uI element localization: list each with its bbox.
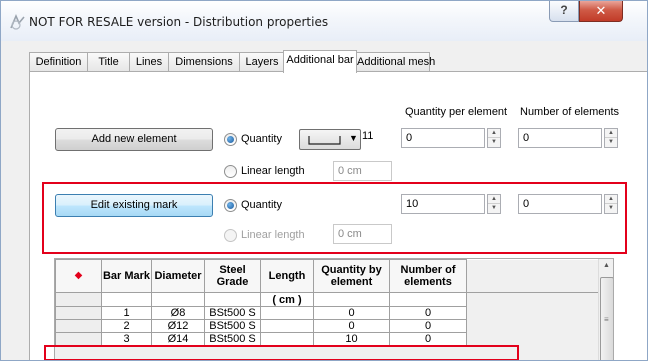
diameter-cell[interactable]: Ø14 bbox=[151, 332, 205, 346]
units-row: ( cm ) bbox=[55, 292, 600, 307]
spin-down-icon[interactable]: ▼ bbox=[605, 138, 617, 147]
diameter-cell[interactable]: Ø12 bbox=[151, 319, 205, 333]
quantity-label-1: Quantity bbox=[241, 133, 282, 145]
qty-per-element-input-1[interactable]: 0 bbox=[401, 128, 485, 148]
quantity-cell[interactable]: 10 bbox=[313, 332, 390, 346]
close-button[interactable]: ✕ bbox=[579, 1, 623, 22]
grid-filler-cell bbox=[466, 332, 600, 346]
units-cell bbox=[101, 292, 152, 307]
selected-row-highlight-frame bbox=[44, 345, 519, 360]
spin-up-icon[interactable]: ▲ bbox=[605, 129, 617, 138]
window-title: NOT FOR RESALE version - Distribution pr… bbox=[29, 15, 329, 29]
title-bar: NOT FOR RESALE version - Distribution pr… bbox=[1, 1, 647, 41]
grid-filler-cell bbox=[466, 319, 600, 333]
units-cell bbox=[389, 292, 467, 307]
length-cell[interactable] bbox=[260, 319, 314, 333]
tab-title[interactable]: Title bbox=[87, 52, 130, 72]
tab-dimensions[interactable]: Dimensions bbox=[168, 52, 240, 72]
linear-length-label-1: Linear length bbox=[241, 165, 305, 177]
units-cell bbox=[204, 292, 261, 307]
num-elements-spinner-1[interactable]: ▲ ▼ bbox=[604, 128, 618, 148]
num-elements-input-1[interactable]: 0 bbox=[518, 128, 602, 148]
row-header-cell[interactable] bbox=[55, 332, 102, 346]
qty-per-element-header: Quantity per element bbox=[405, 106, 508, 118]
tab-lines[interactable]: Lines bbox=[129, 52, 169, 72]
chevron-down-icon: ▼ bbox=[349, 133, 358, 143]
additional-bar-panel: Quantity per element Number of elements … bbox=[29, 71, 647, 360]
num-elements-header: Number of elements bbox=[520, 106, 620, 118]
num-elements-cell[interactable]: 0 bbox=[389, 306, 467, 320]
spin-down-icon[interactable]: ▼ bbox=[488, 138, 500, 147]
col-length[interactable]: Length bbox=[260, 259, 314, 293]
linear-length-input-1[interactable]: 0 cm bbox=[333, 161, 392, 181]
help-button[interactable]: ? bbox=[549, 1, 579, 22]
distribution-properties-dialog: NOT FOR RESALE version - Distribution pr… bbox=[0, 0, 648, 361]
grid-filler-cell bbox=[466, 292, 600, 307]
bar-shape-value: 11 bbox=[362, 130, 374, 142]
length-units-cell: ( cm ) bbox=[260, 292, 314, 307]
length-cell[interactable] bbox=[260, 332, 314, 346]
bar-shape-glyph-icon bbox=[306, 134, 344, 149]
table-row[interactable]: 1 Ø8 BSt500 S 0 0 bbox=[55, 306, 600, 320]
grid-header-row: ◆ Bar Mark Diameter Steel Grade Length Q… bbox=[55, 259, 600, 293]
bar-mark-cell[interactable]: 3 bbox=[101, 332, 152, 346]
row-header-cell[interactable] bbox=[55, 306, 102, 320]
edit-mark-highlight-frame bbox=[42, 182, 627, 254]
quantity-radio-1[interactable] bbox=[224, 133, 237, 146]
table-row[interactable]: 2 Ø12 BSt500 S 0 0 bbox=[55, 319, 600, 333]
table-row-selected[interactable]: 3 Ø14 BSt500 S 10 0 bbox=[55, 332, 600, 346]
bar-shape-dropdown[interactable]: ▼ bbox=[299, 129, 361, 150]
marker-diamond-icon: ◆ bbox=[55, 259, 102, 293]
row-header-cell[interactable] bbox=[55, 292, 102, 307]
col-bar-mark[interactable]: Bar Mark bbox=[101, 259, 152, 293]
length-cell[interactable] bbox=[260, 306, 314, 320]
col-quantity-by-element[interactable]: Quantity by element bbox=[313, 259, 390, 293]
units-cell bbox=[151, 292, 205, 307]
bar-mark-cell[interactable]: 1 bbox=[101, 306, 152, 320]
steel-grade-cell[interactable]: BSt500 S bbox=[204, 319, 261, 333]
grid-filler-cell bbox=[466, 306, 600, 320]
col-diameter[interactable]: Diameter bbox=[151, 259, 205, 293]
add-new-element-button[interactable]: Add new element bbox=[55, 128, 213, 151]
bar-mark-cell[interactable]: 2 bbox=[101, 319, 152, 333]
row-header-cell[interactable] bbox=[55, 319, 102, 333]
quantity-cell[interactable]: 0 bbox=[313, 319, 390, 333]
app-icon bbox=[7, 11, 29, 33]
linear-length-radio-1[interactable] bbox=[224, 165, 237, 178]
grip-icon: ≡ bbox=[604, 315, 609, 324]
tab-additional-mesh[interactable]: Additional mesh bbox=[356, 52, 435, 72]
tab-layers[interactable]: Layers bbox=[239, 52, 285, 72]
num-elements-cell[interactable]: 0 bbox=[389, 332, 467, 346]
bar-marks-table: ◆ Bar Mark Diameter Steel Grade Length Q… bbox=[55, 259, 600, 346]
steel-grade-cell[interactable]: BSt500 S bbox=[204, 332, 261, 346]
tab-definition[interactable]: Definition bbox=[29, 52, 88, 72]
steel-grade-cell[interactable]: BSt500 S bbox=[204, 306, 261, 320]
scroll-up-icon[interactable]: ▲ bbox=[603, 262, 610, 269]
quantity-cell[interactable]: 0 bbox=[313, 306, 390, 320]
col-number-of-elements[interactable]: Number of elements bbox=[389, 259, 467, 293]
grid-vertical-scrollbar[interactable]: ▲ ≡ bbox=[598, 259, 613, 360]
qty-per-element-spinner-1[interactable]: ▲ ▼ bbox=[487, 128, 501, 148]
grid-header-filler bbox=[466, 259, 600, 293]
scrollbar-thumb[interactable]: ≡ bbox=[600, 277, 613, 360]
col-steel-grade[interactable]: Steel Grade bbox=[204, 259, 261, 293]
spin-up-icon[interactable]: ▲ bbox=[488, 129, 500, 138]
units-cell bbox=[313, 292, 390, 307]
diameter-cell[interactable]: Ø8 bbox=[151, 306, 205, 320]
num-elements-cell[interactable]: 0 bbox=[389, 319, 467, 333]
tab-additional-bar[interactable]: Additional bar bbox=[283, 50, 357, 73]
